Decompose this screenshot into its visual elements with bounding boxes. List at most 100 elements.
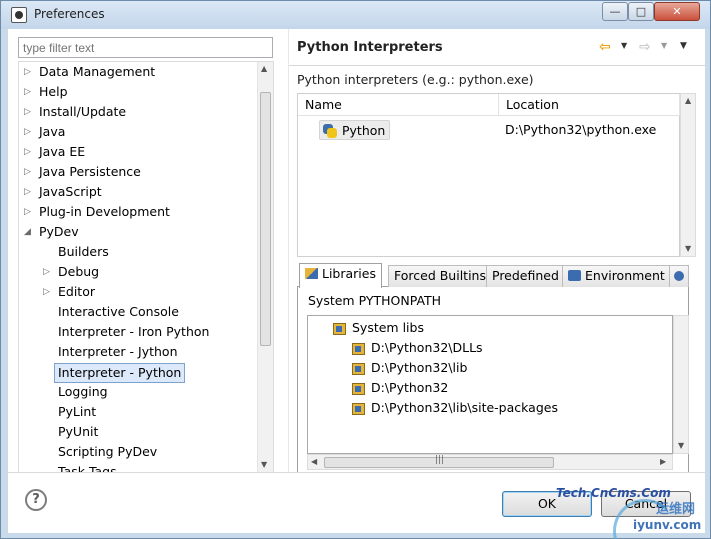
table-vertical-scrollbar[interactable]: ▲ ▼: [680, 93, 696, 257]
tab-label: Predefined: [492, 268, 559, 283]
collapse-arrow-icon[interactable]: ◢: [24, 222, 34, 242]
tree-item-label: Interpreter - Jython: [58, 344, 178, 359]
overflow-tab-icon: [674, 271, 684, 281]
expand-arrow-icon[interactable]: ▷: [24, 122, 34, 142]
scroll-down-arrow-icon[interactable]: ▼: [685, 244, 691, 253]
scroll-down-arrow-icon[interactable]: ▼: [261, 460, 267, 469]
tree-item-label: Java: [39, 124, 66, 139]
libraries-icon: [332, 321, 346, 335]
libraries-icon: [305, 268, 318, 279]
python-icon: [323, 124, 337, 138]
tree-vertical-scrollbar[interactable]: ▲ ▼: [257, 62, 273, 472]
tree-item-label: Java Persistence: [39, 164, 141, 179]
expand-arrow-icon[interactable]: ▷: [24, 102, 34, 122]
close-button[interactable]: ✕: [654, 2, 700, 21]
help-icon[interactable]: ?: [25, 489, 47, 511]
tree-item-label: PyUnit: [58, 424, 99, 439]
tab-label: Environment: [585, 268, 665, 283]
environment-icon: [568, 270, 581, 281]
minimize-button[interactable]: —: [602, 2, 628, 21]
tree-item-label: Plug-in Development: [39, 204, 170, 219]
interpreters-table[interactable]: Name Location Python D:\Python32\python.…: [297, 93, 680, 257]
libraries-tab-panel: System PYTHONPATH System libs D:\Python3…: [297, 287, 689, 473]
dialog-client-area: Task TagsScripting PyDevPyUnitPyLintLogg…: [8, 29, 705, 539]
tree-item-label: Scripting PyDev: [58, 444, 158, 459]
eclipse-app-icon: [11, 7, 27, 23]
system-libs-root[interactable]: System libs: [332, 318, 424, 338]
watermark-text: Tech.CnCms.Com: [556, 486, 671, 500]
back-arrow-icon[interactable]: ⇦: [599, 39, 611, 55]
pane-divider[interactable]: [288, 29, 289, 472]
tab-overflow[interactable]: [669, 265, 689, 287]
tab-predefined[interactable]: Predefined: [486, 265, 565, 287]
libs-horizontal-scroll-thumb[interactable]: |||: [324, 455, 554, 468]
tree-scroll-thumb[interactable]: [260, 92, 271, 346]
tree-item-label: Builders: [58, 244, 109, 259]
tab-label: Libraries: [322, 266, 376, 281]
expand-arrow-icon[interactable]: ▷: [24, 162, 34, 182]
library-path-item[interactable]: D:\Python32: [351, 378, 448, 398]
section-label: System PYTHONPATH: [308, 293, 442, 308]
library-path-label: D:\Python32\lib: [371, 360, 468, 375]
preferences-tree[interactable]: Task Tags Scripting PyDev PyUnit PyLint Logg…: [18, 61, 274, 473]
interpreter-name: Python: [342, 123, 386, 138]
column-header-name[interactable]: Name: [298, 94, 499, 116]
library-jar-icon: [351, 341, 365, 355]
view-menu-icon[interactable]: ▼: [680, 41, 687, 51]
expand-arrow-icon[interactable]: ▷: [24, 202, 34, 222]
libs-vertical-scrollbar[interactable]: ▼: [673, 315, 689, 454]
scroll-down-arrow-icon[interactable]: ▼: [678, 441, 684, 450]
watermark-logo-text: 运维网: [656, 502, 696, 517]
tab-label: Forced Builtins: [394, 268, 486, 283]
library-path-item[interactable]: D:\Python32\DLLs: [351, 338, 483, 358]
scroll-left-arrow-icon[interactable]: ◀: [311, 457, 317, 466]
tree-item-label: Install/Update: [39, 104, 127, 119]
watermark-site: iyunv.com: [633, 518, 702, 532]
tab-environment[interactable]: Environment: [562, 265, 671, 287]
scroll-right-arrow-icon[interactable]: ▶: [660, 457, 666, 466]
expand-arrow-icon[interactable]: ▷: [24, 82, 34, 102]
tree-item-label: Logging: [58, 384, 108, 399]
tree-item-label: PyLint: [58, 404, 97, 419]
tree-item-label: Interpreter - Iron Python: [58, 324, 210, 339]
library-path-label: D:\Python32: [371, 380, 449, 395]
library-path-item[interactable]: D:\Python32\lib: [351, 358, 467, 378]
tree-item-label: Help: [39, 84, 68, 99]
column-header-location[interactable]: Location: [499, 94, 680, 116]
library-jar-icon: [351, 361, 365, 375]
library-jar-icon: [351, 381, 365, 395]
window-title: Preferences: [34, 7, 105, 21]
expand-arrow-icon[interactable]: ▷: [24, 62, 34, 82]
forward-history-dropdown-icon[interactable]: ▼: [661, 41, 667, 50]
expand-arrow-icon[interactable]: ▷: [43, 262, 53, 282]
expand-arrow-icon[interactable]: ▷: [24, 142, 34, 162]
interpreter-info-tabs: Libraries Forced Builtins Predefined Env…: [297, 263, 689, 288]
forward-arrow-icon[interactable]: ⇨: [639, 39, 651, 55]
libs-horizontal-scrollbar[interactable]: ◀ ||| ▶: [307, 454, 673, 470]
back-history-dropdown-icon[interactable]: ▼: [621, 41, 627, 50]
library-jar-icon: [351, 401, 365, 415]
system-libs-tree[interactable]: System libs D:\Python32\DLLs D:\Python32\…: [307, 315, 673, 454]
tree-item-label: Editor: [58, 284, 95, 299]
page-title: Python Interpreters: [297, 40, 443, 55]
library-path-label: D:\Python32\lib\site-packages: [371, 400, 558, 415]
expand-arrow-icon[interactable]: ▷: [24, 182, 34, 202]
scroll-up-arrow-icon[interactable]: ▲: [685, 96, 691, 105]
filter-input[interactable]: [18, 37, 273, 58]
scroll-up-arrow-icon[interactable]: ▲: [261, 64, 267, 73]
tree-item-label: Data Management: [39, 64, 156, 79]
tab-libraries[interactable]: Libraries: [299, 263, 382, 288]
tree-item-label: PyDev: [39, 224, 79, 239]
library-path-item[interactable]: D:\Python32\lib\site-packages: [351, 398, 558, 418]
maximize-button[interactable]: □: [628, 2, 654, 21]
tree-item-label: Java EE: [39, 144, 86, 159]
interpreter-location[interactable]: D:\Python32\python.exe: [505, 120, 656, 140]
page-description: Python interpreters (e.g.: python.exe): [297, 72, 534, 87]
button-bar-separator: [8, 472, 705, 473]
tab-forced-builtins[interactable]: Forced Builtins: [388, 265, 492, 287]
tree-item-label: Interpreter - Python: [54, 363, 186, 383]
interpreter-row-name[interactable]: Python: [319, 120, 391, 140]
title-bar[interactable]: Preferences — □ ✕: [1, 1, 710, 29]
expand-arrow-icon[interactable]: ▷: [43, 282, 53, 302]
title-separator: [289, 65, 705, 66]
